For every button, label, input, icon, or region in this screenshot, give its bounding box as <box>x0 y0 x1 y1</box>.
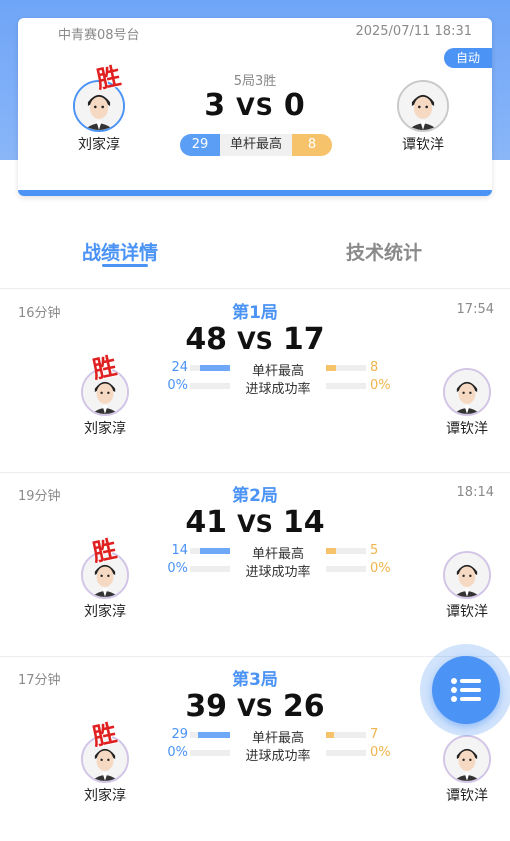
frame-title: 第1局 <box>232 303 278 323</box>
stat-left-bar <box>190 548 230 554</box>
score-left: 41 <box>185 505 228 540</box>
frame-time: 18:14 <box>456 485 494 500</box>
stat-right-bar <box>326 732 366 738</box>
player-name: 谭钦洋 <box>446 421 488 437</box>
frame-score: 48 VS 17 <box>0 322 510 357</box>
frame-score: 41 VS 14 <box>0 505 510 540</box>
stat-left-bar <box>190 566 230 572</box>
avatar <box>397 80 449 132</box>
match-datetime: 2025/07/11 18:31 <box>355 24 472 39</box>
stat-left-fill <box>198 732 230 738</box>
player-right[interactable]: 谭钦洋 <box>378 80 468 154</box>
frame-title: 第2局 <box>232 486 278 506</box>
stat-left-fill <box>200 365 230 371</box>
stat-label: 进球成功率 <box>245 382 311 397</box>
score-left: 3 <box>204 88 227 123</box>
player-name: 刘家淳 <box>84 604 126 620</box>
stat-left-value: 29 <box>171 727 188 742</box>
stat-label: 单杆最高 <box>251 364 304 379</box>
stat-row-high-break: 14 单杆最高 5 <box>0 543 510 562</box>
stat-left-value: 0% <box>167 378 188 393</box>
frame-card[interactable]: 19分钟 第2局 18:14 41 VS 14 刘家淳胜谭钦洋 14 单杆最高 5 0% 进球成功率 0… <box>0 473 510 657</box>
player-name: 谭钦洋 <box>446 788 488 804</box>
avatar-icon <box>399 82 447 130</box>
stat-right-fill <box>326 548 337 554</box>
stat-right-value: 5 <box>370 543 379 558</box>
score-right: 17 <box>282 322 325 357</box>
score-right: 26 <box>282 689 325 724</box>
player-name: 谭钦洋 <box>446 604 488 620</box>
high-break-right: 8 <box>292 134 332 156</box>
frame-time: 17:54 <box>456 302 494 317</box>
stat-left-value: 14 <box>171 543 188 558</box>
venue-label: 中青赛08号台 <box>58 28 140 43</box>
stat-right-bar <box>326 383 366 389</box>
high-break-label: 单杆最高 <box>220 134 292 156</box>
card-accent <box>18 190 492 196</box>
score-left: 39 <box>185 689 228 724</box>
stat-row-high-break: 24 单杆最高 8 <box>0 360 510 379</box>
score-right: 0 <box>283 88 306 123</box>
stat-label: 单杆最高 <box>251 547 304 562</box>
stat-label: 进球成功率 <box>245 565 311 580</box>
stat-left-bar <box>190 383 230 389</box>
menu-fab-button[interactable] <box>432 656 500 724</box>
stat-right-value: 7 <box>370 727 379 742</box>
divider <box>0 288 510 289</box>
stat-left-bar <box>190 365 230 371</box>
stat-left-bar <box>190 750 230 756</box>
stat-left-bar <box>190 732 230 738</box>
tab-active-indicator <box>102 264 148 267</box>
tab-technical-stats[interactable]: 技术统计 <box>346 238 422 265</box>
stat-left-value: 0% <box>167 745 188 760</box>
tab-bar: 战绩详情 技术统计 <box>0 228 510 278</box>
stat-right-value: 0% <box>370 745 391 760</box>
stat-right-bar <box>326 548 366 554</box>
player-name: 刘家淳 <box>78 137 120 153</box>
vs-label: VS <box>237 327 273 355</box>
vs-label: VS <box>236 93 274 121</box>
stat-row-success-rate: 0% 进球成功率 0% <box>0 378 510 397</box>
stat-right-value: 8 <box>370 360 379 375</box>
tab-record-details[interactable]: 战绩详情 <box>82 238 158 265</box>
frame-card[interactable]: 16分钟 第1局 17:54 48 VS 17 刘家淳胜谭钦洋 24 单杆最高 8 0% 进球成功率 0… <box>0 290 510 474</box>
mode-badge[interactable]: 自动 <box>444 48 492 68</box>
stat-right-value: 0% <box>370 378 391 393</box>
stat-right-bar <box>326 566 366 572</box>
score-right: 14 <box>282 505 325 540</box>
player-name: 谭钦洋 <box>402 137 444 153</box>
stat-row-high-break: 29 单杆最高 7 <box>0 727 510 746</box>
stat-right-fill <box>326 365 336 371</box>
score-left: 48 <box>185 322 228 357</box>
stat-row-success-rate: 0% 进球成功率 0% <box>0 745 510 764</box>
stat-right-bar <box>326 365 366 371</box>
stat-left-value: 24 <box>171 360 188 375</box>
vs-label: VS <box>237 694 273 722</box>
stat-right-fill <box>326 732 334 738</box>
stat-right-value: 0% <box>370 561 391 576</box>
player-name: 刘家淳 <box>84 788 126 804</box>
match-summary-card: 中青赛08号台 2025/07/11 18:31 自动 刘家淳 胜 5局3胜 3… <box>18 18 492 196</box>
list-icon <box>451 678 481 702</box>
player-name: 刘家淳 <box>84 421 126 437</box>
stat-left-fill <box>200 548 230 554</box>
stat-row-success-rate: 0% 进球成功率 0% <box>0 561 510 580</box>
stat-left-value: 0% <box>167 561 188 576</box>
high-break-bar: 29 单杆最高 8 <box>180 134 332 156</box>
stat-label: 进球成功率 <box>245 749 311 764</box>
stat-label: 单杆最高 <box>251 731 304 746</box>
vs-label: VS <box>237 510 273 538</box>
stat-right-bar <box>326 750 366 756</box>
high-break-left: 29 <box>180 134 220 156</box>
